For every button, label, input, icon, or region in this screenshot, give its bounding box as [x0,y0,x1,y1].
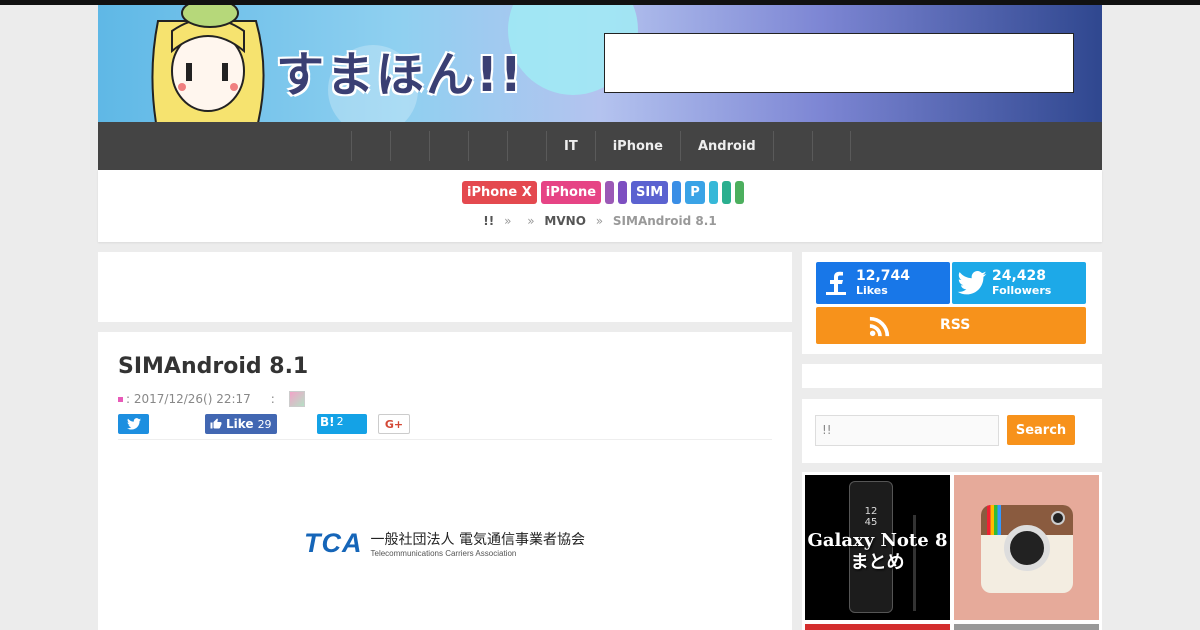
article: SIMAndroid 8.1 : 2017/12/26() 22:17 : Li… [98,332,792,630]
thumbs-up-icon [210,418,222,429]
tag-panel: iPhone X iPhone SIM P !! » » MVNO » SIMA… [98,170,1102,242]
twitter-count: 24,428 [992,268,1047,284]
tag-list: iPhone X iPhone SIM P [462,181,744,204]
article-meta: : 2017/12/26() 22:17 : [118,391,305,407]
twitter-follow-button[interactable]: 24,428 Followers [952,262,1086,304]
breadcrumb: !! » » MVNO » SIMAndroid 8.1 [98,214,1102,228]
google-plus-share-button[interactable]: G+ [378,414,410,434]
date-icon [118,396,123,402]
phone-clock-hour: 12 [864,506,878,517]
facebook-follow-button[interactable]: 12,744 Likes [816,262,950,304]
nav-item[interactable] [390,131,429,161]
article-date: : 2017/12/26() 22:17 [126,392,251,406]
twitter-label: Followers [992,284,1052,297]
hatena-icon: B! [320,415,335,429]
nav-item[interactable] [507,131,546,161]
article-title: SIMAndroid 8.1 [118,354,309,379]
site-logo[interactable]: すまほん!! [276,35,524,105]
featured-thumbnails: 12 45 Galaxy Note 8 まとめ [802,472,1102,630]
tca-logo: TCA [304,528,363,558]
mascot-illustration [151,5,265,122]
tag-p[interactable]: P [685,181,705,204]
tag[interactable] [734,181,744,204]
author-label: : [270,392,275,406]
tag[interactable] [618,181,628,204]
twitter-icon [952,271,992,295]
search-button[interactable]: Search [1007,415,1075,445]
breadcrumb-mvno[interactable]: MVNO [544,214,585,228]
tag[interactable] [672,181,682,204]
breadcrumb-separator: » [504,214,512,228]
hatena-bookmark-button[interactable]: B! 2 [317,414,367,434]
breadcrumb-home[interactable]: !! [483,214,494,228]
breadcrumb-separator: » [527,214,535,228]
nav-item[interactable] [811,131,851,161]
content-ad-slot[interactable] [98,252,792,322]
tca-name-en: Telecommunications Carriers Association [370,549,517,558]
tag-sim[interactable]: SIM [631,181,669,204]
nav-item-iphone[interactable]: iPhone [594,131,680,161]
author-avatar[interactable] [288,391,305,407]
tag-iphone[interactable]: iPhone [540,181,602,204]
header-ad-slot[interactable] [604,33,1074,93]
facebook-label: Likes [856,284,888,297]
nav-item-android[interactable]: Android [679,131,773,161]
site-header: すまほん!! [98,5,1102,122]
facebook-icon [816,271,856,295]
breadcrumb-separator: » [595,214,604,228]
rss-icon [868,315,892,337]
like-label: Like [226,417,254,431]
search-input[interactable]: !! [815,415,999,446]
rss-button[interactable]: RSS [816,307,1086,344]
tag-iphone-x[interactable]: iPhone X [462,181,537,204]
galaxy-note8-thumbnail[interactable]: 12 45 Galaxy Note 8 まとめ [805,475,950,620]
thumbnail-caption: Galaxy Note 8 [807,530,948,551]
tag[interactable] [605,181,615,204]
facebook-like-button[interactable]: Like 29 [205,414,277,434]
thumbnail[interactable] [805,624,950,630]
breadcrumb-current: SIMAndroid 8.1 [612,214,717,228]
tag[interactable] [708,181,718,204]
like-count: 29 [257,417,272,431]
nav-item[interactable] [351,131,390,161]
tca-name-ja: 一般社団法人 電気通信事業者協会 [370,532,585,548]
article-hero-image: TCA 一般社団法人 電気通信事業者協会 Telecommunications … [304,528,585,559]
instagram-thumbnail[interactable] [954,475,1099,620]
thumbnail-caption-sub: まとめ [850,552,905,573]
phone-clock-minute: 45 [864,517,878,528]
rss-label: RSS [940,317,971,333]
tag[interactable] [721,181,731,204]
follow-widget: 12,744 Likes 24,428 Followers RSS [802,252,1102,354]
nav-item-it[interactable]: IT [546,131,595,161]
nav-item[interactable] [429,131,468,161]
twitter-share-button[interactable] [118,414,149,434]
instagram-icon [981,505,1073,593]
search-widget: !! Search [802,399,1102,463]
divider [118,439,772,440]
thumbnail[interactable] [954,624,1099,630]
hatena-count: 2 [336,415,344,428]
twitter-icon [126,418,141,430]
main-nav: IT iPhone Android [98,122,1102,170]
facebook-count: 12,744 [856,268,911,284]
sidebar-widget [802,364,1102,388]
nav-item[interactable] [468,131,507,161]
nav-item[interactable] [772,131,812,161]
